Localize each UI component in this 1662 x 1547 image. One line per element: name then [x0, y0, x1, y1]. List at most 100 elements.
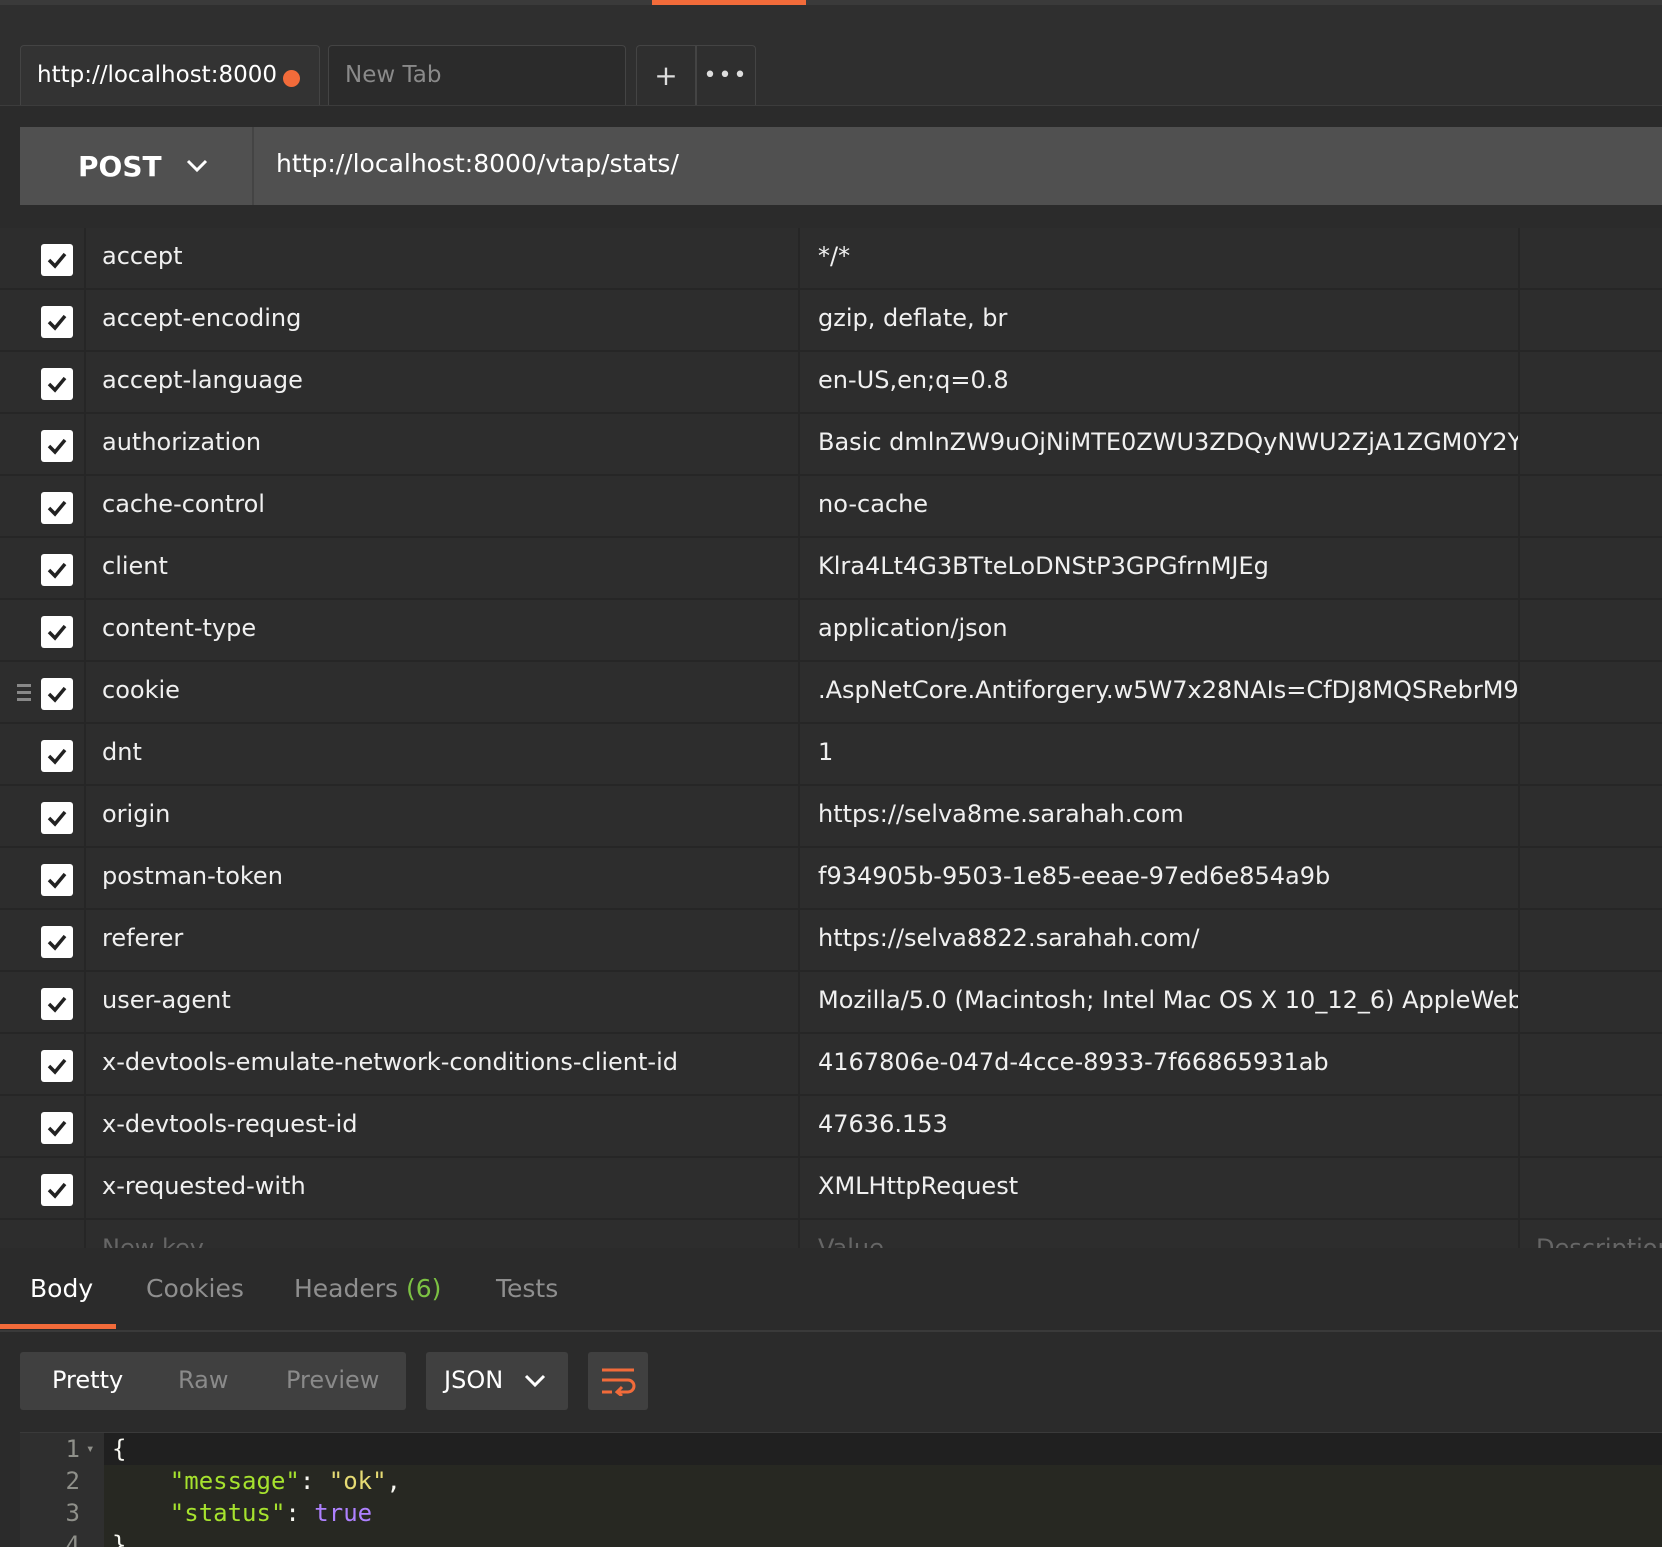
header-description-cell[interactable]: [1520, 662, 1662, 722]
header-key-cell[interactable]: authorization: [84, 414, 800, 474]
header-value-cell[interactable]: application/json: [802, 600, 1520, 660]
header-description-cell[interactable]: [1520, 352, 1662, 412]
header-description-cell[interactable]: [1520, 848, 1662, 908]
format-select[interactable]: JSON: [426, 1352, 568, 1410]
header-description-cell[interactable]: [1520, 414, 1662, 474]
header-value-cell[interactable]: .AspNetCore.Antiforgery.w5W7x28NAIs=CfDJ…: [802, 662, 1520, 722]
check-icon: [47, 252, 67, 269]
tab-body[interactable]: Body: [30, 1274, 93, 1303]
header-key-cell[interactable]: content-type: [84, 600, 800, 660]
tab-headers[interactable]: Headers (6): [294, 1274, 441, 1303]
header-enabled-checkbox[interactable]: [41, 802, 73, 834]
tab-new[interactable]: New Tab: [328, 45, 626, 105]
header-value-cell[interactable]: gzip, deflate, br: [802, 290, 1520, 350]
header-row: x-devtools-emulate-network-conditions-cl…: [0, 1034, 1662, 1096]
header-key-cell[interactable]: cache-control: [84, 476, 800, 536]
header-enabled-checkbox[interactable]: [41, 740, 73, 772]
header-value-cell[interactable]: 4167806e-047d-4cce-8933-7f66865931ab: [802, 1034, 1520, 1094]
header-value-cell[interactable]: 47636.153: [802, 1096, 1520, 1156]
header-key-cell[interactable]: user-agent: [84, 972, 800, 1032]
header-value-cell[interactable]: en-US,en;q=0.8: [802, 352, 1520, 412]
header-key-cell[interactable]: x-devtools-request-id: [84, 1096, 800, 1156]
header-description-cell[interactable]: [1520, 972, 1662, 1032]
header-key-cell[interactable]: dnt: [84, 724, 800, 784]
header-enabled-checkbox[interactable]: [41, 492, 73, 524]
preview-button[interactable]: Preview: [286, 1366, 379, 1394]
code-line: "message": "ok",: [169, 1467, 401, 1495]
tab-tests[interactable]: Tests: [496, 1274, 558, 1303]
header-value: Basic dmlnZW9uOjNiMTE0ZWU3ZDQyNWU2ZjA1ZG…: [818, 428, 1520, 456]
header-value: no-cache: [818, 490, 929, 518]
header-row: x-devtools-request-id 47636.153: [0, 1096, 1662, 1158]
more-tabs-button[interactable]: •••: [696, 45, 756, 105]
header-enabled-checkbox[interactable]: [41, 678, 73, 710]
check-icon: [47, 376, 67, 393]
header-enabled-checkbox[interactable]: [41, 1174, 73, 1206]
header-value-cell[interactable]: Mozilla/5.0 (Macintosh; Intel Mac OS X 1…: [802, 972, 1520, 1032]
checkbox-cell: [0, 352, 82, 412]
header-key-cell[interactable]: postman-token: [84, 848, 800, 908]
header-description-cell[interactable]: [1520, 476, 1662, 536]
header-enabled-checkbox[interactable]: [41, 244, 73, 276]
header-enabled-checkbox[interactable]: [41, 1112, 73, 1144]
header-row: client Klra4Lt4G3BTteLoDNStP3GPGfrnMJEg: [0, 538, 1662, 600]
header-key-cell[interactable]: accept-language: [84, 352, 800, 412]
check-icon: [47, 314, 67, 331]
header-enabled-checkbox[interactable]: [41, 554, 73, 586]
header-value-cell[interactable]: no-cache: [802, 476, 1520, 536]
header-key-cell[interactable]: accept: [84, 228, 800, 288]
header-key-cell[interactable]: referer: [84, 910, 800, 970]
header-value-cell[interactable]: f934905b-9503-1e85-eeae-97ed6e854a9b: [802, 848, 1520, 908]
header-key-cell[interactable]: accept-encoding: [84, 290, 800, 350]
header-value-cell[interactable]: */*: [802, 228, 1520, 288]
header-value-cell[interactable]: 1: [802, 724, 1520, 784]
header-enabled-checkbox[interactable]: [41, 864, 73, 896]
header-enabled-checkbox[interactable]: [41, 430, 73, 462]
header-value-cell[interactable]: Klra4Lt4G3BTteLoDNStP3GPGfrnMJEg: [802, 538, 1520, 598]
header-key-cell[interactable]: client: [84, 538, 800, 598]
header-value-cell[interactable]: https://selva8me.sarahah.com: [802, 786, 1520, 846]
header-value-cell[interactable]: Basic dmlnZW9uOjNiMTE0ZWU3ZDQyNWU2ZjA1ZG…: [802, 414, 1520, 474]
header-key: accept-language: [102, 366, 303, 394]
header-row: cookie .AspNetCore.Antiforgery.w5W7x28NAI…: [0, 662, 1662, 724]
response-body-editor[interactable]: 1 ▾ 2 3 4 { "message": "ok", "status": t…: [20, 1432, 1662, 1547]
add-tab-button[interactable]: +: [636, 45, 696, 105]
header-enabled-checkbox[interactable]: [41, 306, 73, 338]
header-enabled-checkbox[interactable]: [41, 616, 73, 648]
url-input[interactable]: http://localhost:8000/vtap/stats/: [276, 149, 679, 178]
header-value-cell[interactable]: https://selva8822.sarahah.com/: [802, 910, 1520, 970]
fold-arrow-icon[interactable]: ▾: [86, 1441, 94, 1457]
header-row: origin https://selva8me.sarahah.com: [0, 786, 1662, 848]
header-description-cell[interactable]: [1520, 600, 1662, 660]
header-description-cell[interactable]: [1520, 1158, 1662, 1218]
header-key-cell[interactable]: x-requested-with: [84, 1158, 800, 1218]
header-description-cell[interactable]: [1520, 1096, 1662, 1156]
raw-button[interactable]: Raw: [178, 1366, 228, 1394]
pretty-button[interactable]: Pretty: [52, 1366, 123, 1394]
header-enabled-checkbox[interactable]: [41, 1050, 73, 1082]
header-key-cell[interactable]: cookie: [84, 662, 800, 722]
line-number: 1: [65, 1435, 80, 1463]
header-description-cell[interactable]: [1520, 290, 1662, 350]
header-enabled-checkbox[interactable]: [41, 368, 73, 400]
header-enabled-checkbox[interactable]: [41, 926, 73, 958]
header-enabled-checkbox[interactable]: [41, 988, 73, 1020]
header-description-cell[interactable]: [1520, 786, 1662, 846]
checkbox-cell: [0, 1096, 82, 1156]
header-value-cell[interactable]: XMLHttpRequest: [802, 1158, 1520, 1218]
tab-request[interactable]: http://localhost:8000/vtap/stats/: [20, 45, 320, 105]
header-description-cell[interactable]: [1520, 910, 1662, 970]
header-description-cell[interactable]: [1520, 1034, 1662, 1094]
check-icon: [47, 872, 67, 889]
wrap-lines-button[interactable]: [588, 1352, 648, 1410]
header-key-cell[interactable]: origin: [84, 786, 800, 846]
header-key-cell[interactable]: x-devtools-emulate-network-conditions-cl…: [84, 1034, 800, 1094]
tab-cookies[interactable]: Cookies: [146, 1274, 244, 1303]
header-description-cell[interactable]: [1520, 538, 1662, 598]
method-select[interactable]: POST: [20, 127, 254, 205]
header-description-cell[interactable]: [1520, 228, 1662, 288]
header-description-cell[interactable]: [1520, 724, 1662, 784]
header-row: referer https://selva8822.sarahah.com/: [0, 910, 1662, 972]
headers-count-badge: (6): [406, 1274, 442, 1303]
drag-handle-icon[interactable]: [17, 684, 31, 702]
